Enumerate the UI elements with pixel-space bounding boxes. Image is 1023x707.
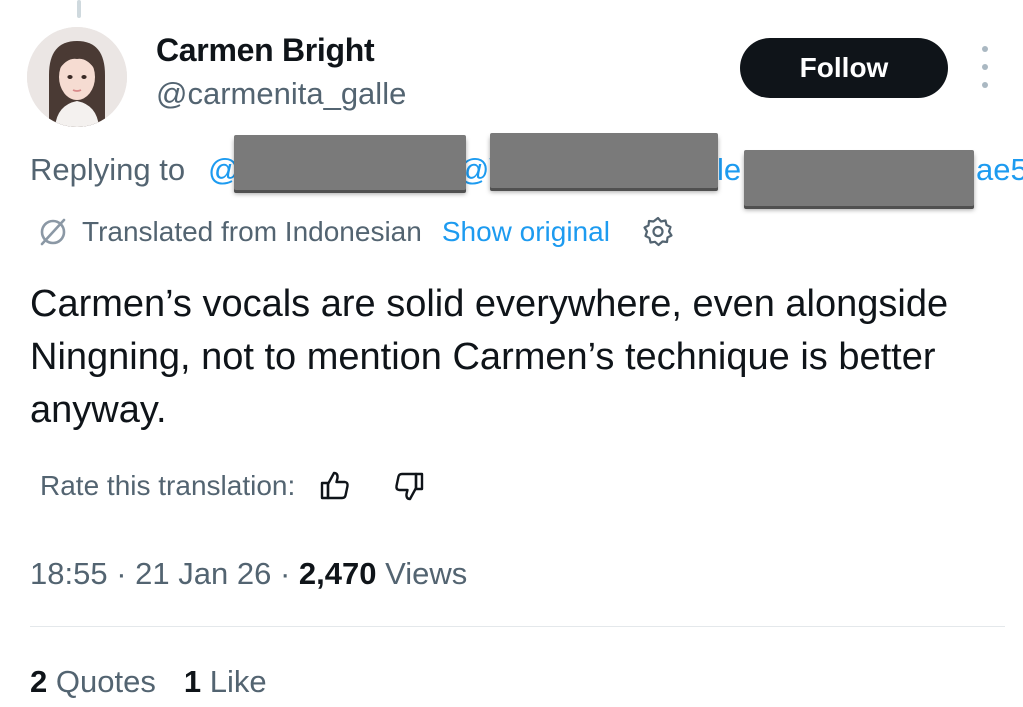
likes-stat[interactable]: 1 Like (184, 664, 267, 700)
avatar[interactable] (27, 27, 127, 127)
thread-connector-line (77, 0, 81, 18)
views-count: 2,470 (298, 556, 377, 591)
translated-from-label: Translated from Indonesian (82, 216, 422, 247)
rate-translation-label: Rate this translation: (40, 470, 296, 501)
replying-to-label: Replying to (30, 152, 186, 187)
tweet-meta-row: 18:55 · 21 Jan 26 · 2,470 Views (30, 556, 467, 592)
quotes-stat[interactable]: 2 Quotes (30, 664, 156, 700)
thumbs-down-icon[interactable] (391, 468, 427, 504)
likes-count: 1 (183, 664, 202, 699)
quotes-label: Quotes (55, 664, 156, 699)
views-label: Views (385, 556, 468, 591)
divider (30, 626, 1005, 627)
meta-separator: · (116, 556, 127, 591)
likes-label: Like (209, 664, 267, 699)
tweet-time[interactable]: 18:55 (30, 556, 108, 591)
mention-fragment[interactable]: ae5 (976, 152, 1023, 188)
replying-to-row: Replying to (30, 152, 185, 188)
redaction-bar (234, 135, 466, 190)
follow-button[interactable]: Follow (740, 38, 948, 98)
thumbs-up-icon[interactable] (317, 468, 353, 504)
engagement-stats-row: 2 Quotes 1 Like (30, 664, 267, 700)
settings-gear-icon[interactable] (640, 214, 676, 250)
tweet-text: Carmen’s vocals are solid everywhere, ev… (30, 283, 949, 431)
translate-icon (36, 215, 70, 249)
mention-fragment[interactable]: le (717, 152, 741, 188)
more-vertical-icon[interactable] (974, 46, 996, 88)
meta-separator: · (279, 556, 291, 591)
author-display-name[interactable]: Carmen Bright (156, 32, 375, 69)
redaction-bar (744, 150, 974, 206)
translation-row: Translated from Indonesian Show original (36, 212, 676, 252)
quotes-count: 2 (30, 664, 48, 699)
rate-translation-row: Rate this translation: (40, 464, 427, 508)
author-handle[interactable]: @carmenita_galle (156, 76, 406, 112)
tweet-date[interactable]: 21 Jan 26 (135, 556, 271, 591)
redaction-bar (490, 133, 718, 188)
profile-photo-icon (27, 27, 127, 127)
show-original-link[interactable]: Show original (442, 216, 610, 248)
